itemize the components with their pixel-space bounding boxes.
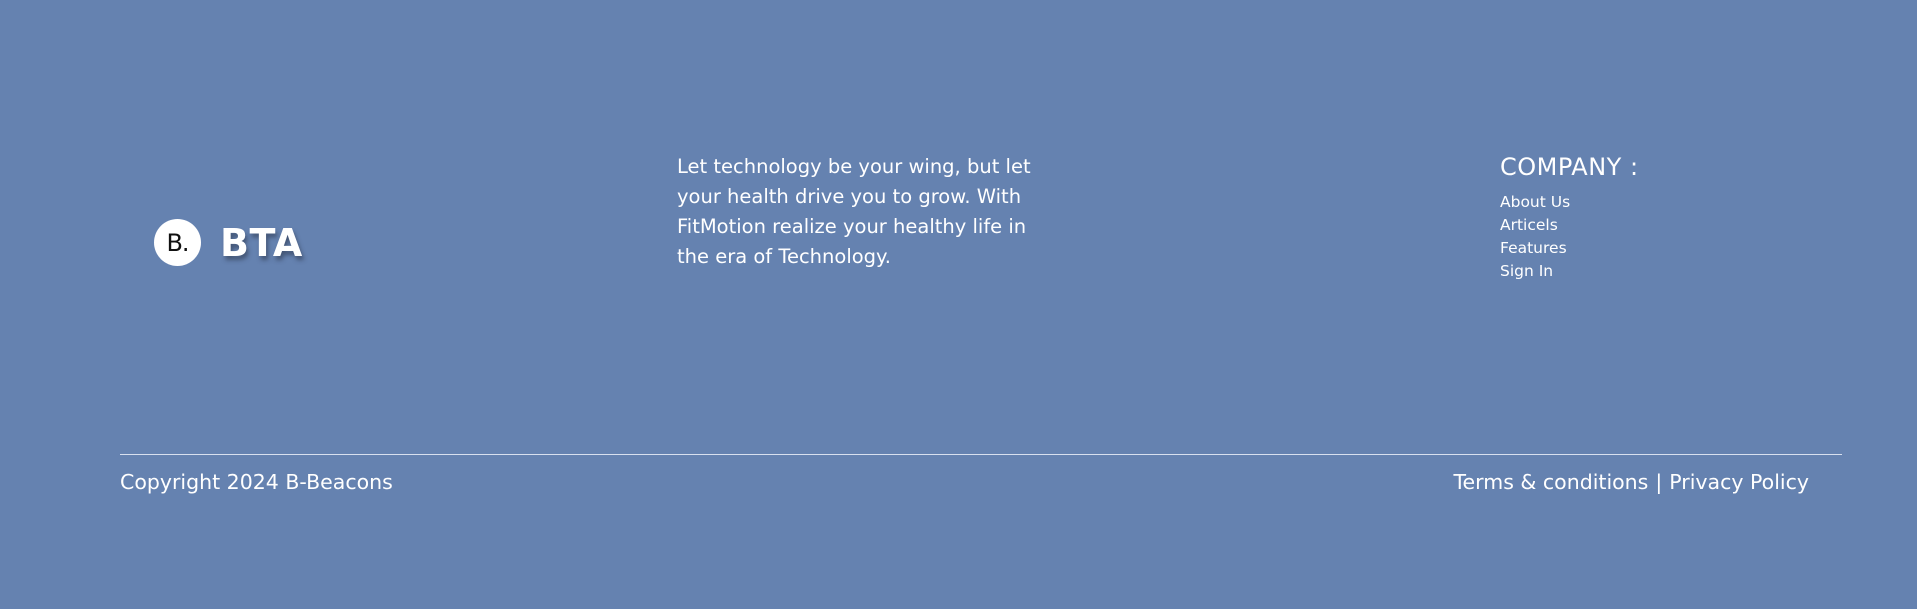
features-link[interactable]: Features (1500, 239, 1567, 257)
footer-tagline: Let technology be your wing, but let you… (677, 155, 1031, 268)
company-nav: COMPANY : About Us Articels Features Sig… (1500, 151, 1639, 283)
articles-link[interactable]: Articels (1500, 216, 1558, 234)
copyright-text: Copyright 2024 B-Beacons (120, 470, 393, 494)
logo-badge-icon: B. (154, 219, 201, 266)
list-item: Features (1500, 237, 1639, 260)
list-item: Sign In (1500, 260, 1639, 283)
company-heading: COMPANY : (1500, 153, 1639, 181)
legal-links: Terms & conditions | Privacy Policy (1454, 468, 1810, 496)
privacy-policy-link[interactable]: Privacy Policy (1669, 468, 1809, 496)
list-item: About Us (1500, 191, 1639, 214)
about-us-link[interactable]: About Us (1500, 193, 1570, 211)
company-links-list: About Us Articels Features Sign In (1500, 191, 1639, 283)
brand-name: BTA (220, 220, 303, 265)
footer-divider (120, 454, 1842, 455)
brand-logo-link[interactable]: B. BTA (154, 219, 303, 266)
list-item: Articels (1500, 214, 1639, 237)
terms-conditions-link[interactable]: Terms & conditions (1454, 468, 1649, 496)
sign-in-link[interactable]: Sign In (1500, 262, 1553, 280)
legal-separator: | (1655, 470, 1663, 494)
site-footer: B. BTA Let technology be your wing, but … (0, 0, 1917, 609)
